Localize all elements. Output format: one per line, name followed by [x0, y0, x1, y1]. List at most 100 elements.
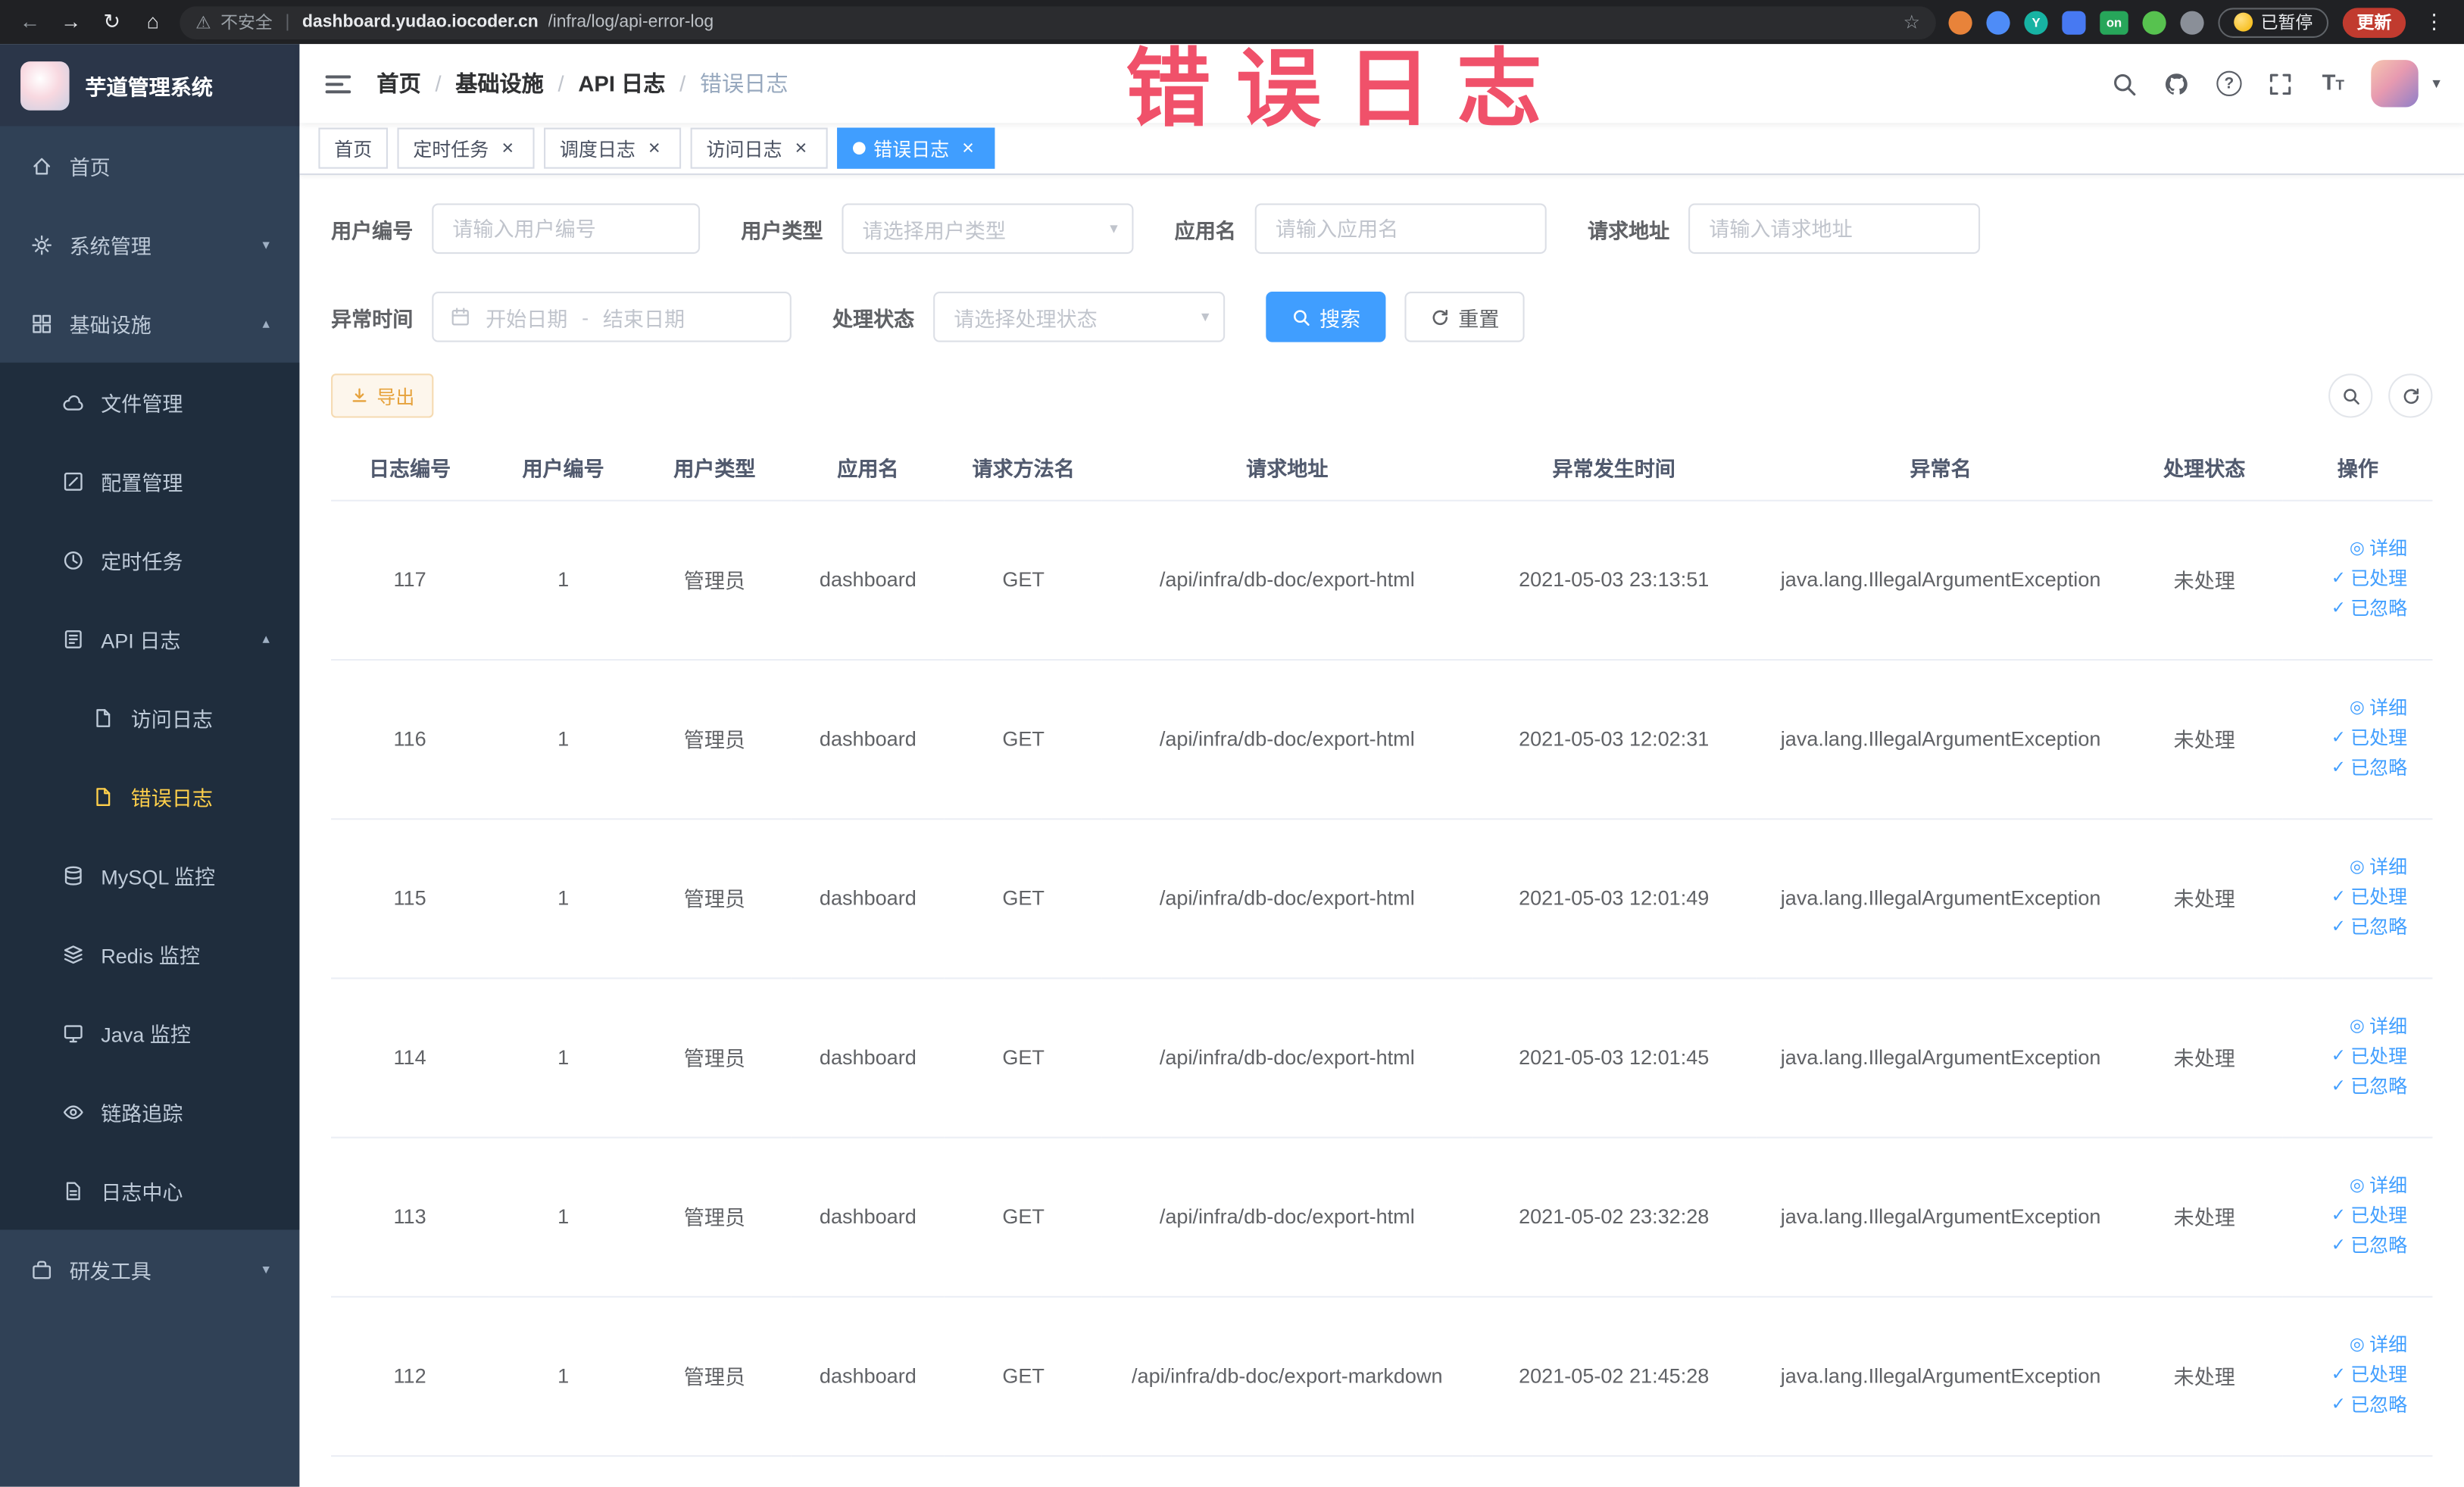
action-ignored-link[interactable]: ✓ 已忽略	[2331, 596, 2407, 623]
search-button[interactable]: 搜索	[1266, 292, 1386, 342]
action-processed-link[interactable]: ✓ 已处理	[2331, 725, 2407, 751]
address-bar[interactable]: ⚠ 不安全 | dashboard.yudao.iocoder.cn /infr…	[180, 5, 1936, 39]
tab-scheduled-job[interactable]: 定时任务 ×	[397, 127, 535, 169]
export-button[interactable]: 导出	[331, 373, 434, 418]
update-button[interactable]: 更新	[2342, 7, 2406, 37]
browser-menu-icon[interactable]: ⋮	[2420, 0, 2448, 44]
cell-time: 2021-05-02 21:45:28	[1472, 1295, 1756, 1457]
tab-label: 首页	[334, 138, 373, 161]
extension-icon-4[interactable]	[2062, 10, 2086, 34]
browser-reload-icon[interactable]: ↻	[98, 0, 126, 44]
paused-extension-button[interactable]: 已暂停	[2218, 7, 2329, 37]
action-detail-link[interactable]: ◎ 详细	[2350, 854, 2407, 881]
app-frame: 芋道管理系统 首页 系统管理 ▾ 基础设施 ▴ 文件管理 配置管理 定时任务 A…	[0, 44, 2464, 1487]
sidebar-item-log-center[interactable]: 日志中心	[0, 1151, 299, 1229]
extension-icon-5[interactable]: on	[2100, 10, 2128, 34]
extension-icon-6[interactable]	[2142, 10, 2166, 34]
emoji-face-icon	[2234, 12, 2253, 32]
action-detail-link[interactable]: ◎ 详细	[2350, 1332, 2407, 1359]
sidebar-item-mysql-monitor[interactable]: MySQL 监控	[0, 836, 299, 914]
cell-time: 2021-05-03 12:01:45	[1472, 977, 1756, 1138]
exception-time-range-picker[interactable]: 开始日期 - 结束日期	[432, 292, 792, 342]
detail-icon: ◎	[2349, 1176, 2365, 1195]
user-type-select[interactable]: 请选择用户类型 ▾	[842, 203, 1134, 255]
close-icon[interactable]: ×	[497, 136, 519, 159]
fullscreen-icon[interactable]	[2267, 70, 2295, 98]
paused-label: 已暂停	[2260, 14, 2313, 33]
sidebar-item-scheduled-job[interactable]: 定时任务	[0, 520, 299, 599]
sidebar-item-config-manage[interactable]: 配置管理	[0, 442, 299, 520]
tab-access-log[interactable]: 访问日志 ×	[690, 127, 828, 169]
sidebar-item-file-manage[interactable]: 文件管理	[0, 363, 299, 442]
sidebar-item-link-trace[interactable]: 链路追踪	[0, 1072, 299, 1151]
action-ignored-link[interactable]: ✓ 已忽略	[2331, 914, 2407, 941]
action-ignored-link[interactable]: ✓ 已忽略	[2331, 1233, 2407, 1260]
breadcrumb-item[interactable]: 基础设施	[455, 67, 544, 99]
user-id-input[interactable]	[432, 203, 701, 255]
close-icon[interactable]: ×	[790, 136, 812, 159]
action-ignored-link[interactable]: ✓ 已忽略	[2331, 1073, 2407, 1100]
cell-app_name: dashboard	[791, 977, 945, 1138]
action-detail-link[interactable]: ◎ 详细	[2350, 1173, 2407, 1199]
detail-icon: ◎	[2349, 858, 2365, 877]
hamburger-icon[interactable]	[323, 69, 354, 99]
app-name-input[interactable]	[1254, 203, 1547, 255]
action-ignored-link[interactable]: ✓ 已忽略	[2331, 755, 2407, 782]
font-size-icon[interactable]: TT	[2319, 70, 2347, 98]
browser-home-icon[interactable]: ⌂	[139, 0, 167, 44]
action-processed-link[interactable]: ✓ 已处理	[2331, 1044, 2407, 1070]
font-size-glyph-small: T	[2335, 77, 2344, 93]
sidebar-item-dev-tools[interactable]: 研发工具 ▾	[0, 1229, 299, 1308]
github-icon[interactable]	[2163, 70, 2191, 98]
tab-home[interactable]: 首页	[318, 127, 389, 169]
reset-button[interactable]: 重置	[1404, 292, 1525, 342]
tab-error-log[interactable]: 错误日志 ×	[837, 127, 995, 169]
bookmark-star-icon[interactable]: ☆	[1903, 11, 1920, 33]
extension-icon-7[interactable]	[2180, 10, 2204, 34]
action-label: 已处理	[2350, 1045, 2408, 1068]
sidebar-item-access-log[interactable]: 访问日志	[0, 678, 299, 757]
sidebar-item-api-log[interactable]: API 日志 ▴	[0, 599, 299, 678]
row-actions: ◎ 详细 ✓ 已处理 ✓ 已忽略	[2283, 658, 2433, 820]
action-processed-link[interactable]: ✓ 已处理	[2331, 566, 2407, 592]
tab-schedule-log[interactable]: 调度日志 ×	[544, 127, 682, 169]
action-detail-link[interactable]: ◎ 详细	[2350, 536, 2407, 563]
action-processed-link[interactable]: ✓ 已处理	[2331, 1203, 2407, 1229]
process-status-select[interactable]: 请选择处理状态 ▾	[933, 292, 1226, 342]
refresh-table-button[interactable]	[2388, 373, 2433, 418]
extension-icon-1[interactable]	[1948, 10, 1972, 34]
close-icon[interactable]: ×	[643, 136, 665, 159]
browser-back-icon[interactable]: ←	[16, 0, 44, 44]
action-label: 详细	[2369, 856, 2408, 879]
sidebar-item-infra[interactable]: 基础设施 ▴	[0, 284, 299, 363]
breadcrumb-item[interactable]: API 日志	[578, 67, 665, 99]
action-processed-link[interactable]: ✓ 已处理	[2331, 885, 2407, 911]
action-processed-link[interactable]: ✓ 已处理	[2331, 1362, 2407, 1389]
sidebar-item-redis-monitor[interactable]: Redis 监控	[0, 914, 299, 993]
user-avatar[interactable]	[2371, 60, 2419, 108]
action-detail-link[interactable]: ◎ 详细	[2350, 1014, 2407, 1040]
action-ignored-link[interactable]: ✓ 已忽略	[2331, 1392, 2407, 1419]
action-label: 已忽略	[2350, 757, 2408, 779]
hide-search-button[interactable]	[2328, 373, 2373, 418]
extension-icon-2[interactable]	[1986, 10, 2010, 34]
extension-icon-3[interactable]: Y	[2024, 10, 2048, 34]
cell-exception: java.lang.IllegalArgumentException	[1755, 977, 2126, 1138]
search-icon[interactable]	[2111, 70, 2139, 98]
app-logo[interactable]: 芋道管理系统	[0, 44, 300, 127]
sidebar-item-error-log[interactable]: 错误日志	[0, 757, 299, 836]
close-icon[interactable]: ×	[957, 136, 979, 159]
request-url-input[interactable]	[1688, 203, 1981, 255]
cell-user_id: 1	[489, 499, 639, 661]
sidebar-item-system[interactable]: 系统管理 ▾	[0, 205, 299, 284]
sidebar-item-home[interactable]: 首页	[0, 127, 299, 205]
caret-down-icon[interactable]: ▾	[2432, 75, 2440, 92]
table-toolbar: 导出	[331, 373, 2433, 418]
breadcrumb-item[interactable]: 首页	[376, 67, 420, 99]
action-detail-link[interactable]: ◎ 详细	[2350, 695, 2407, 722]
detail-icon: ◎	[2349, 1017, 2365, 1036]
sidebar-item-java-monitor[interactable]: Java 监控	[0, 993, 299, 1072]
screenshot-stage: ← → ↻ ⌂ ⚠ 不安全 | dashboard.yudao.iocoder.…	[0, 0, 2464, 1487]
help-icon[interactable]: ?	[2215, 70, 2243, 98]
browser-forward-icon[interactable]: →	[57, 0, 85, 44]
